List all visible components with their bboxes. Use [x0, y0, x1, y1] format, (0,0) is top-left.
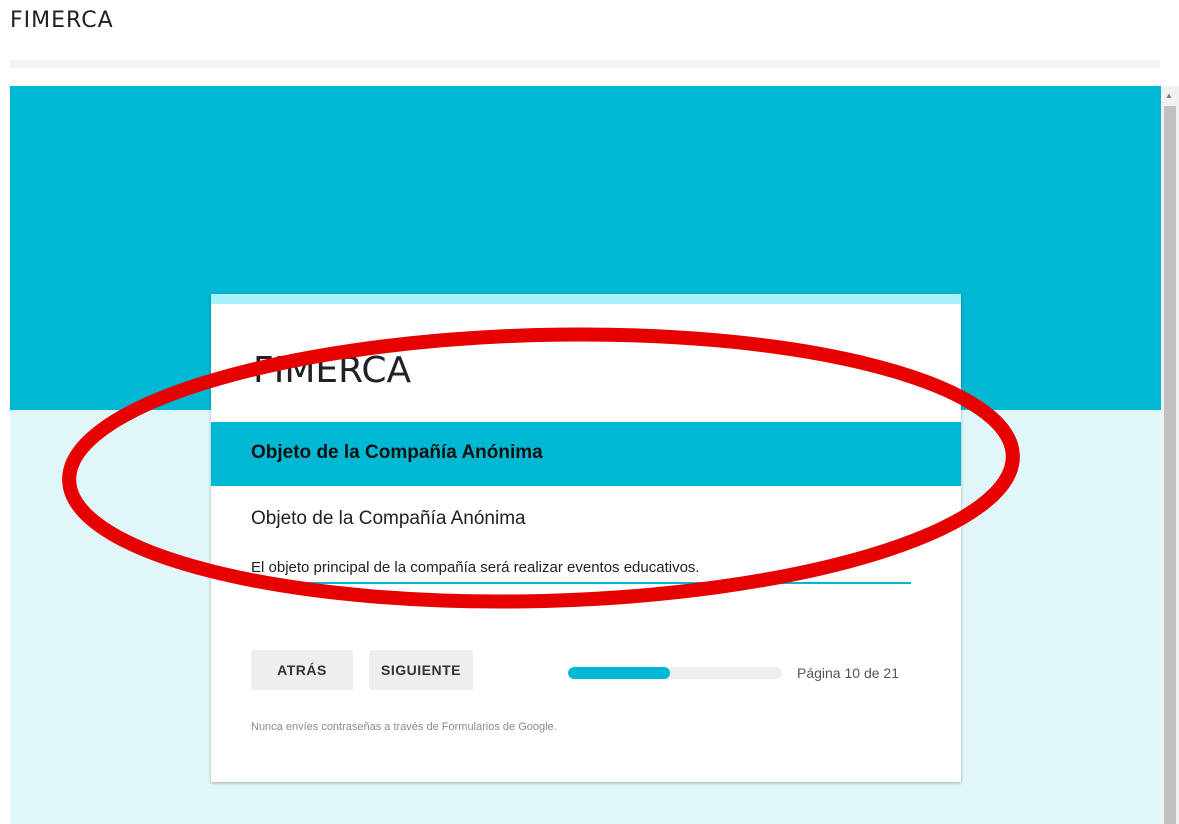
password-warning: Nunca envíes contraseñas a través de For… [251, 721, 557, 733]
back-button[interactable]: ATRÁS [251, 650, 353, 690]
form-title: FIMERCA [253, 350, 412, 391]
site-title: FIMERCA [10, 8, 114, 33]
answer-text[interactable]: El objeto principal de la compañía será … [251, 559, 700, 576]
progress-bar [568, 667, 782, 679]
answer-input[interactable]: El objeto principal de la compañía será … [251, 556, 911, 584]
progress-bar-fill [568, 667, 670, 679]
form-card: FIMERCA Objeto de la Compañía Anónima Ob… [211, 294, 961, 782]
section-header: Objeto de la Compañía Anónima [211, 422, 961, 486]
question-title: Objeto de la Compañía Anónima [251, 508, 526, 529]
card-top-accent [211, 294, 961, 304]
scrollbar-thumb[interactable] [1164, 106, 1176, 824]
answer-underline [251, 582, 911, 584]
page-indicator: Página 10 de 21 [797, 665, 899, 681]
scrollbar[interactable]: ▲ [1161, 86, 1179, 824]
next-button[interactable]: SIGUIENTE [369, 650, 473, 690]
scroll-up-arrow-icon[interactable]: ▲ [1165, 92, 1173, 100]
section-title: Objeto de la Compañía Anónima [251, 442, 543, 463]
header-divider [10, 60, 1160, 68]
